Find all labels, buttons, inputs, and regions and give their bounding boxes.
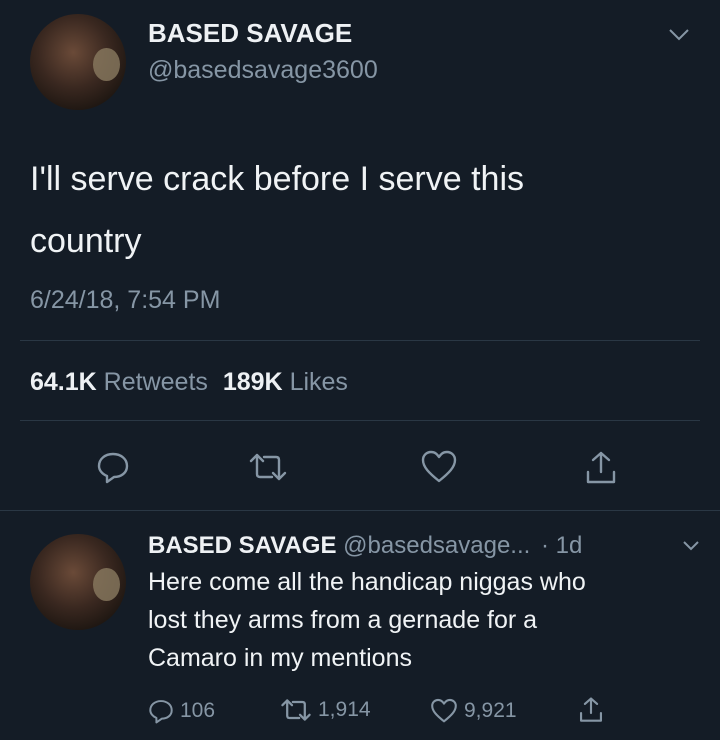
tweet-timestamp: 6/24/18, 7:54 PM — [30, 286, 221, 314]
avatar[interactable] — [30, 14, 126, 110]
reply-retweet-action[interactable]: 1,914 — [280, 698, 371, 722]
reply-display-name[interactable]: BASED SAVAGE — [148, 532, 336, 559]
like-count: 9,921 — [464, 699, 517, 722]
reply-text-line2: lost they arms from a gernade for a — [148, 606, 538, 634]
retweets-label[interactable]: Retweets — [104, 368, 208, 396]
likes-count[interactable]: 189K — [223, 368, 283, 396]
like-icon[interactable] — [420, 450, 458, 484]
likes-label[interactable]: Likes — [290, 368, 348, 396]
reply-icon[interactable] — [148, 698, 174, 724]
chevron-down-icon[interactable] — [668, 28, 690, 42]
reply-count: 106 — [180, 699, 216, 722]
tweet-text: I'll serve crack before I serve this — [30, 160, 524, 198]
reply-chevron-down-icon[interactable] — [682, 540, 700, 552]
reply-handle[interactable]: @basedsavage... — [343, 532, 530, 559]
divider — [20, 420, 700, 421]
retweet-icon[interactable] — [248, 452, 288, 482]
display-name[interactable]: BASED SAVAGE — [148, 18, 352, 49]
share-icon[interactable] — [584, 450, 618, 486]
section-separator — [0, 510, 720, 511]
retweet-icon[interactable] — [280, 698, 312, 722]
divider — [20, 340, 700, 341]
user-handle[interactable]: @basedsavage3600 — [148, 56, 378, 85]
reply-header: BASED SAVAGE @basedsavage... · 1d — [148, 532, 582, 560]
like-icon[interactable] — [430, 698, 458, 724]
retweets-count[interactable]: 64.1K — [30, 368, 97, 396]
tweet-text-line2: country — [30, 222, 142, 260]
reply-age: · 1d — [540, 532, 583, 559]
retweet-count: 1,914 — [318, 698, 371, 721]
reply-avatar[interactable] — [30, 534, 126, 630]
reply-text-line3: Camaro in my mentions — [148, 644, 412, 672]
reply-like-action[interactable]: 9,921 — [430, 698, 517, 724]
reply-icon[interactable] — [96, 450, 130, 484]
reply-text: Here come all the handicap niggas who — [148, 568, 586, 596]
reply-reply-action[interactable]: 106 — [148, 698, 215, 724]
tweet-stats: 64.1K Retweets 189K Likes — [30, 368, 348, 397]
reply-share-icon[interactable] — [578, 696, 604, 724]
